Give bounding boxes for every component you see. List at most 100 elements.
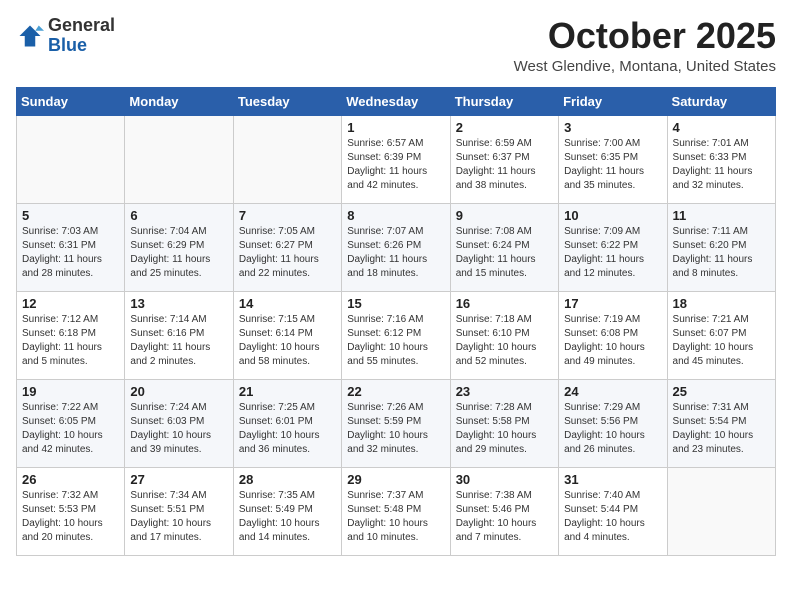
day-number: 17 <box>564 296 661 311</box>
day-info: Sunrise: 7:05 AM Sunset: 6:27 PM Dayligh… <box>239 225 336 281</box>
calendar-cell: 16Sunrise: 7:18 AM Sunset: 6:10 PM Dayli… <box>450 291 558 379</box>
calendar-cell: 3Sunrise: 7:00 AM Sunset: 6:35 PM Daylig… <box>559 115 667 203</box>
calendar-cell: 6 Sunrise: 7:04 AM Sunset: 6:29 PM Daylig… <box>125 203 233 291</box>
day-number: 12 <box>22 296 119 311</box>
day-number: 19 <box>22 384 119 399</box>
calendar-cell: 12 Sunrise: 7:12 AM Sunset: 6:18 PM Dayli… <box>17 291 125 379</box>
weekday-header: Tuesday <box>233 87 341 115</box>
calendar-cell: 11Sunrise: 7:11 AM Sunset: 6:20 PM Dayli… <box>667 203 775 291</box>
day-info: Sunrise: 7:37 AM Sunset: 5:48 PM Dayligh… <box>347 489 444 545</box>
calendar-cell: 22 Sunrise: 7:26 AM Sunset: 5:59 PM Dayli… <box>342 379 450 467</box>
day-number: 6 <box>130 208 227 223</box>
logo: General Blue <box>16 16 115 56</box>
day-number: 28 <box>239 472 336 487</box>
calendar-cell: 4 Sunrise: 7:01 AM Sunset: 6:33 PM Daylig… <box>667 115 775 203</box>
calendar-cell: 17 Sunrise: 7:19 AM Sunset: 6:08 PM Dayli… <box>559 291 667 379</box>
weekday-header: Sunday <box>17 87 125 115</box>
calendar-cell: 18 Sunrise: 7:21 AM Sunset: 6:07 PM Dayli… <box>667 291 775 379</box>
calendar-cell: 24 Sunrise: 7:29 AM Sunset: 5:56 PM Dayli… <box>559 379 667 467</box>
calendar-week-row: 26Sunrise: 7:32 AM Sunset: 5:53 PM Dayli… <box>17 467 776 555</box>
calendar-table: SundayMondayTuesdayWednesdayThursdayFrid… <box>16 87 776 556</box>
day-info: Sunrise: 7:25 AM Sunset: 6:01 PM Dayligh… <box>239 401 336 457</box>
day-number: 25 <box>673 384 770 399</box>
day-number: 10 <box>564 208 661 223</box>
calendar-cell: 10 Sunrise: 7:09 AM Sunset: 6:22 PM Dayli… <box>559 203 667 291</box>
day-info: Sunrise: 7:12 AM Sunset: 6:18 PM Dayligh… <box>22 313 119 369</box>
location: West Glendive, Montana, United States <box>514 58 776 75</box>
day-number: 24 <box>564 384 661 399</box>
weekday-header: Saturday <box>667 87 775 115</box>
day-number: 5 <box>22 208 119 223</box>
calendar-cell: 21 Sunrise: 7:25 AM Sunset: 6:01 PM Dayli… <box>233 379 341 467</box>
calendar-cell: 9Sunrise: 7:08 AM Sunset: 6:24 PM Daylig… <box>450 203 558 291</box>
day-info: Sunrise: 7:19 AM Sunset: 6:08 PM Dayligh… <box>564 313 661 369</box>
title-block: October 2025 West Glendive, Montana, Uni… <box>514 16 776 75</box>
day-info: Sunrise: 7:29 AM Sunset: 5:56 PM Dayligh… <box>564 401 661 457</box>
day-info: Sunrise: 7:22 AM Sunset: 6:05 PM Dayligh… <box>22 401 119 457</box>
calendar-cell <box>125 115 233 203</box>
day-info: Sunrise: 6:57 AM Sunset: 6:39 PM Dayligh… <box>347 137 444 193</box>
calendar-cell <box>667 467 775 555</box>
day-number: 21 <box>239 384 336 399</box>
calendar-cell <box>233 115 341 203</box>
calendar-cell: 13Sunrise: 7:14 AM Sunset: 6:16 PM Dayli… <box>125 291 233 379</box>
weekday-header: Friday <box>559 87 667 115</box>
calendar-cell: 27 Sunrise: 7:34 AM Sunset: 5:51 PM Dayli… <box>125 467 233 555</box>
calendar-cell: 19 Sunrise: 7:22 AM Sunset: 6:05 PM Dayli… <box>17 379 125 467</box>
day-info: Sunrise: 7:14 AM Sunset: 6:16 PM Dayligh… <box>130 313 227 369</box>
day-number: 29 <box>347 472 444 487</box>
day-info: Sunrise: 7:34 AM Sunset: 5:51 PM Dayligh… <box>130 489 227 545</box>
calendar-week-row: 19 Sunrise: 7:22 AM Sunset: 6:05 PM Dayli… <box>17 379 776 467</box>
day-number: 14 <box>239 296 336 311</box>
calendar-week-row: 12 Sunrise: 7:12 AM Sunset: 6:18 PM Dayli… <box>17 291 776 379</box>
day-info: Sunrise: 7:03 AM Sunset: 6:31 PM Dayligh… <box>22 225 119 281</box>
calendar-week-row: 1Sunrise: 6:57 AM Sunset: 6:39 PM Daylig… <box>17 115 776 203</box>
day-info: Sunrise: 7:16 AM Sunset: 6:12 PM Dayligh… <box>347 313 444 369</box>
calendar-week-row: 5 Sunrise: 7:03 AM Sunset: 6:31 PM Daylig… <box>17 203 776 291</box>
calendar-cell: 15 Sunrise: 7:16 AM Sunset: 6:12 PM Dayli… <box>342 291 450 379</box>
calendar-cell: 29 Sunrise: 7:37 AM Sunset: 5:48 PM Dayli… <box>342 467 450 555</box>
day-info: Sunrise: 6:59 AM Sunset: 6:37 PM Dayligh… <box>456 137 553 193</box>
day-info: Sunrise: 7:04 AM Sunset: 6:29 PM Dayligh… <box>130 225 227 281</box>
day-number: 15 <box>347 296 444 311</box>
day-number: 3 <box>564 120 661 135</box>
calendar-cell: 5 Sunrise: 7:03 AM Sunset: 6:31 PM Daylig… <box>17 203 125 291</box>
weekday-header: Monday <box>125 87 233 115</box>
calendar-cell: 8 Sunrise: 7:07 AM Sunset: 6:26 PM Daylig… <box>342 203 450 291</box>
day-number: 20 <box>130 384 227 399</box>
day-info: Sunrise: 7:35 AM Sunset: 5:49 PM Dayligh… <box>239 489 336 545</box>
day-number: 27 <box>130 472 227 487</box>
day-info: Sunrise: 7:24 AM Sunset: 6:03 PM Dayligh… <box>130 401 227 457</box>
day-info: Sunrise: 7:32 AM Sunset: 5:53 PM Dayligh… <box>22 489 119 545</box>
day-number: 4 <box>673 120 770 135</box>
day-number: 7 <box>239 208 336 223</box>
day-number: 11 <box>673 208 770 223</box>
day-info: Sunrise: 7:21 AM Sunset: 6:07 PM Dayligh… <box>673 313 770 369</box>
logo-icon <box>16 22 44 50</box>
day-info: Sunrise: 7:15 AM Sunset: 6:14 PM Dayligh… <box>239 313 336 369</box>
calendar-cell <box>17 115 125 203</box>
day-info: Sunrise: 7:38 AM Sunset: 5:46 PM Dayligh… <box>456 489 553 545</box>
day-info: Sunrise: 7:26 AM Sunset: 5:59 PM Dayligh… <box>347 401 444 457</box>
calendar-cell: 31Sunrise: 7:40 AM Sunset: 5:44 PM Dayli… <box>559 467 667 555</box>
calendar-cell: 30 Sunrise: 7:38 AM Sunset: 5:46 PM Dayli… <box>450 467 558 555</box>
calendar-cell: 23Sunrise: 7:28 AM Sunset: 5:58 PM Dayli… <box>450 379 558 467</box>
day-number: 8 <box>347 208 444 223</box>
weekday-header: Wednesday <box>342 87 450 115</box>
month-title: October 2025 <box>514 16 776 56</box>
day-number: 31 <box>564 472 661 487</box>
day-number: 18 <box>673 296 770 311</box>
weekday-header-row: SundayMondayTuesdayWednesdayThursdayFrid… <box>17 87 776 115</box>
calendar-cell: 28 Sunrise: 7:35 AM Sunset: 5:49 PM Dayli… <box>233 467 341 555</box>
calendar-cell: 2 Sunrise: 6:59 AM Sunset: 6:37 PM Daylig… <box>450 115 558 203</box>
day-info: Sunrise: 7:09 AM Sunset: 6:22 PM Dayligh… <box>564 225 661 281</box>
logo-text: General Blue <box>48 16 115 56</box>
day-info: Sunrise: 7:07 AM Sunset: 6:26 PM Dayligh… <box>347 225 444 281</box>
calendar-cell: 26Sunrise: 7:32 AM Sunset: 5:53 PM Dayli… <box>17 467 125 555</box>
day-number: 9 <box>456 208 553 223</box>
day-number: 30 <box>456 472 553 487</box>
day-number: 22 <box>347 384 444 399</box>
weekday-header: Thursday <box>450 87 558 115</box>
day-number: 2 <box>456 120 553 135</box>
day-info: Sunrise: 7:01 AM Sunset: 6:33 PM Dayligh… <box>673 137 770 193</box>
